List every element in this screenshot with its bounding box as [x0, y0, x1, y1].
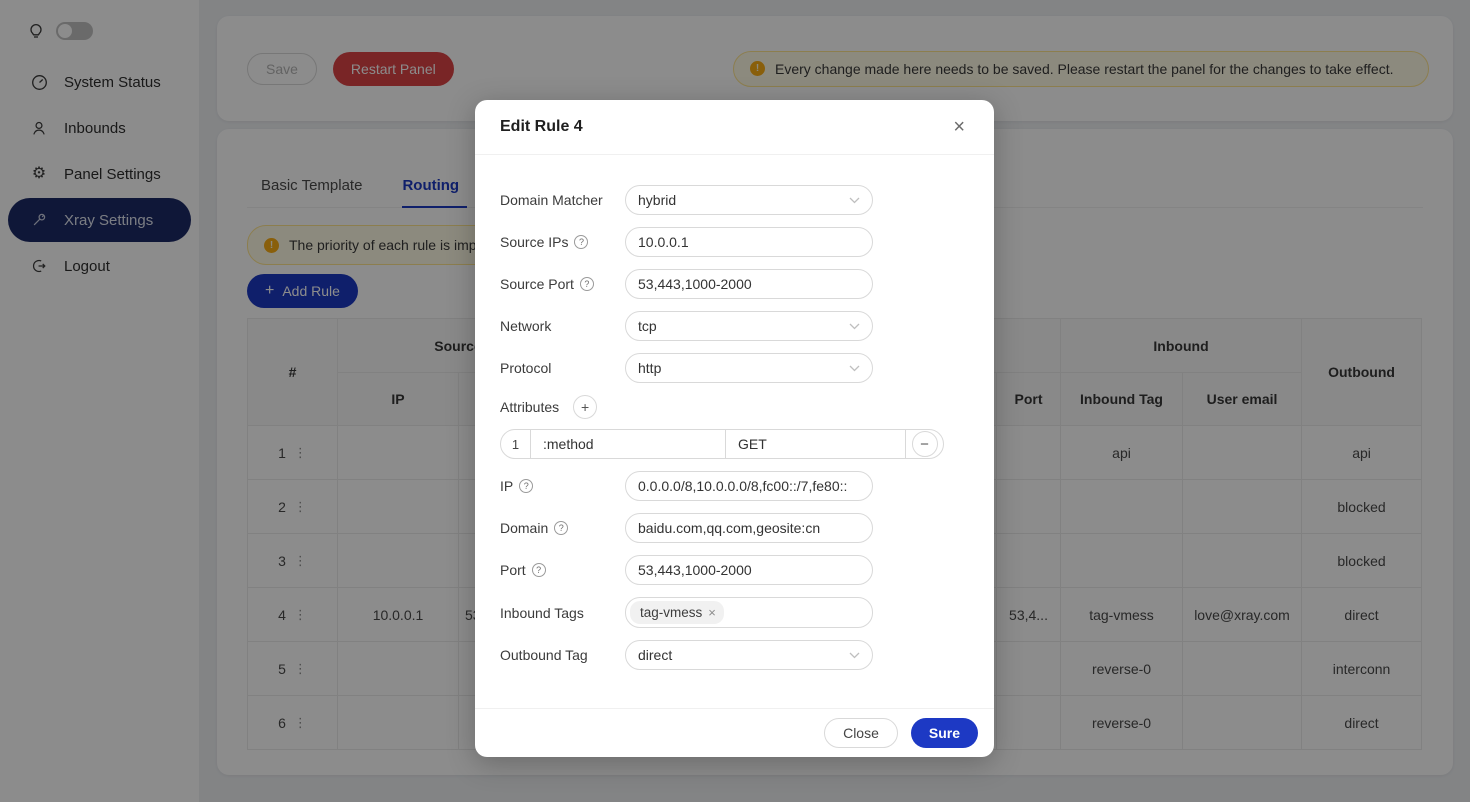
network-select[interactable]: tcp: [625, 311, 873, 341]
field-label: Source IPs: [500, 234, 568, 250]
chevron-down-icon: [849, 323, 860, 330]
field-source-port: Source Port?: [500, 269, 969, 299]
help-icon[interactable]: ?: [580, 277, 594, 291]
field-domain: Domain?: [500, 513, 969, 543]
field-label: Network: [500, 318, 625, 334]
sure-button[interactable]: Sure: [911, 718, 978, 748]
attribute-row: 1 −: [500, 429, 944, 459]
modal-footer: Close Sure: [475, 708, 994, 757]
select-value: tcp: [638, 318, 657, 334]
domain-input[interactable]: [625, 513, 873, 543]
tag-remove-icon[interactable]: ×: [708, 605, 716, 620]
attribute-key-input[interactable]: [531, 430, 726, 458]
tag-chip: tag-vmess ×: [630, 601, 724, 624]
field-ip: IP?: [500, 471, 969, 501]
select-value: direct: [638, 647, 672, 663]
field-port: Port?: [500, 555, 969, 585]
help-icon[interactable]: ?: [519, 479, 533, 493]
port-input[interactable]: [625, 555, 873, 585]
chevron-down-icon: [849, 197, 860, 204]
help-icon[interactable]: ?: [532, 563, 546, 577]
select-value: http: [638, 360, 661, 376]
add-attribute-button[interactable]: +: [573, 395, 597, 419]
field-label: Source Port: [500, 276, 574, 292]
field-label: Protocol: [500, 360, 625, 376]
modal-body: Domain Matcher hybrid Source IPs? Source…: [475, 155, 994, 670]
field-label: Inbound Tags: [500, 605, 625, 621]
field-inbound-tags: Inbound Tags tag-vmess ×: [500, 597, 969, 628]
remove-attribute-button[interactable]: −: [912, 431, 938, 457]
protocol-select[interactable]: http: [625, 353, 873, 383]
tag-label: tag-vmess: [640, 605, 702, 620]
source-ips-input[interactable]: [625, 227, 873, 257]
close-button[interactable]: Close: [824, 718, 898, 748]
outbound-tag-select[interactable]: direct: [625, 640, 873, 670]
field-attributes: Attributes +: [500, 395, 969, 419]
app-screen: System Status Inbounds ⚙ Panel Settings: [0, 0, 1470, 802]
help-icon[interactable]: ?: [574, 235, 588, 249]
attribute-index: 1: [501, 430, 531, 458]
field-protocol: Protocol http: [500, 353, 969, 383]
domain-matcher-select[interactable]: hybrid: [625, 185, 873, 215]
edit-rule-modal: Edit Rule 4 × Domain Matcher hybrid Sour…: [475, 100, 994, 757]
field-label: Domain Matcher: [500, 192, 625, 208]
field-network: Network tcp: [500, 311, 969, 341]
field-label: Outbound Tag: [500, 647, 625, 663]
source-port-input[interactable]: [625, 269, 873, 299]
inbound-tags-select[interactable]: tag-vmess ×: [625, 597, 873, 628]
chevron-down-icon: [849, 652, 860, 659]
chevron-down-icon: [849, 365, 860, 372]
field-label: Port: [500, 562, 526, 578]
ip-input[interactable]: [625, 471, 873, 501]
close-icon[interactable]: ×: [949, 115, 969, 139]
field-source-ips: Source IPs?: [500, 227, 969, 257]
select-value: hybrid: [638, 192, 676, 208]
help-icon[interactable]: ?: [554, 521, 568, 535]
modal-header: Edit Rule 4 ×: [475, 100, 994, 155]
field-label: Domain: [500, 520, 548, 536]
modal-title: Edit Rule 4: [500, 118, 583, 136]
field-outbound-tag: Outbound Tag direct: [500, 640, 969, 670]
attribute-value-input[interactable]: [726, 430, 906, 458]
field-label: Attributes: [500, 399, 559, 415]
field-label: IP: [500, 478, 513, 494]
field-domain-matcher: Domain Matcher hybrid: [500, 185, 969, 215]
